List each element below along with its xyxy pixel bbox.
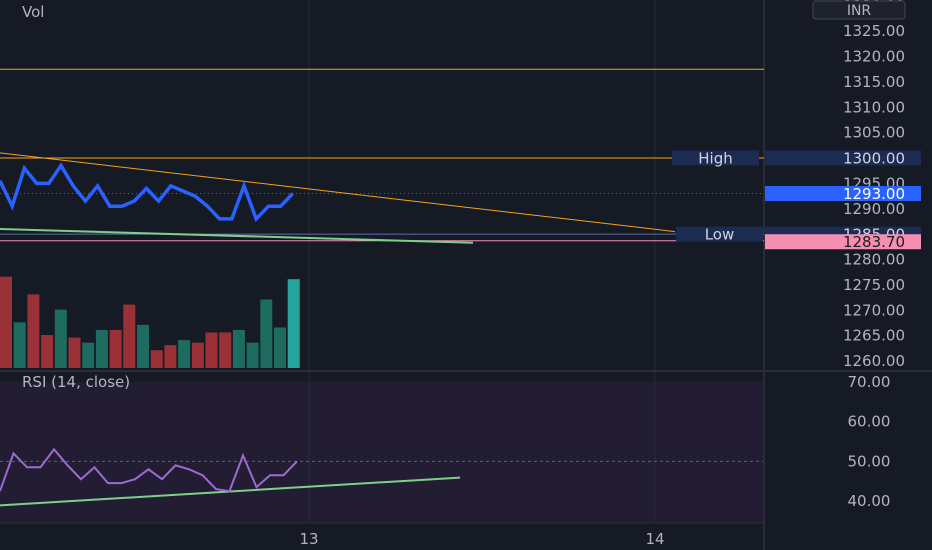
trading-chart[interactable]: 1330.001325.001320.001315.001310.001305.…	[0, 0, 932, 550]
volume-bar	[68, 337, 81, 368]
low-name-label: Low	[705, 226, 735, 244]
volume-title: Vol	[22, 3, 44, 21]
pink-level-tag-label: 1283.70	[843, 233, 905, 251]
price-tick-label: 1325.00	[843, 22, 905, 40]
price-tick-label: 1320.00	[843, 48, 905, 66]
price-tick-label: 1260.00	[843, 352, 905, 370]
time-tick-label: 13	[299, 530, 318, 548]
currency-button[interactable]: INR	[812, 0, 906, 20]
price-tick-label: 1270.00	[843, 301, 905, 319]
volume-bar	[123, 304, 136, 368]
volume-bar	[0, 276, 12, 368]
rsi-title: RSI (14, close)	[22, 373, 130, 391]
volume-bar	[109, 329, 122, 368]
price-tick-label: 1265.00	[843, 327, 905, 345]
high-tag-label: 1300.00	[843, 150, 905, 168]
volume-bar	[232, 329, 245, 368]
time-tick-label: 14	[645, 530, 664, 548]
volume-bar	[13, 322, 26, 368]
volume-bar	[150, 350, 163, 368]
volume-bar	[246, 342, 259, 368]
volume-bar	[82, 342, 95, 368]
price-tick-label: 1305.00	[843, 124, 905, 142]
volume-bar	[41, 335, 54, 368]
rsi-tick-label: 60.00	[848, 413, 891, 431]
volume-bar	[27, 294, 40, 368]
volume-bar	[205, 332, 218, 368]
rsi-tick-label: 40.00	[848, 492, 891, 510]
volume-bar	[260, 299, 273, 368]
current-price-tag-label: 1293.00	[843, 185, 905, 203]
high-name-label: High	[698, 150, 732, 168]
volume-bar	[137, 324, 149, 368]
volume-bar	[54, 309, 67, 368]
currency-button-label[interactable]: INR	[847, 3, 872, 19]
volume-bar	[95, 329, 108, 368]
volume-bar	[219, 332, 232, 368]
price-tick-label: 1280.00	[843, 251, 905, 269]
volume-bar	[164, 345, 177, 368]
price-tick-label: 1310.00	[843, 98, 905, 116]
rsi-tick-label: 70.00	[848, 373, 891, 391]
price-tick-label: 1315.00	[843, 73, 905, 91]
volume-bar	[274, 327, 286, 368]
price-tick-label: 1275.00	[843, 276, 905, 294]
volume-bar	[178, 340, 191, 368]
rsi-tick-label: 50.00	[848, 452, 891, 470]
volume-bar	[191, 342, 204, 368]
rsi-band	[0, 381, 763, 523]
volume-bar	[287, 279, 300, 368]
